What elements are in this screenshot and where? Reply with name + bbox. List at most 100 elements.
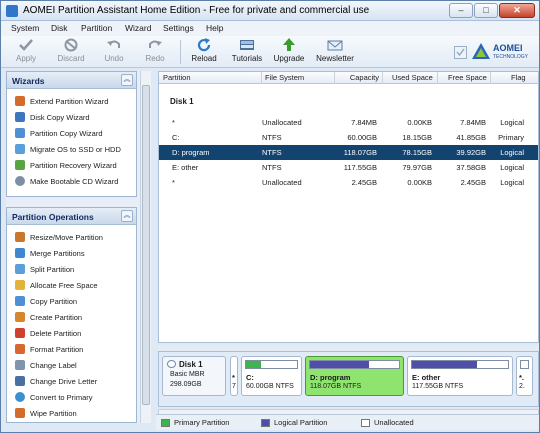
table-row-selected[interactable]: D: program NTFS 118.07GB 78.15GB 39.92GB… — [159, 145, 538, 160]
copy-icon — [15, 296, 25, 306]
usage-bar — [411, 360, 509, 369]
menu-help[interactable]: Help — [206, 23, 223, 33]
op-split[interactable]: Split Partition — [7, 261, 136, 277]
disk-info-card[interactable]: Disk 1 Basic MBR 298.09GB — [162, 356, 226, 396]
maximize-button[interactable]: □ — [474, 3, 498, 18]
wizard-partition-copy[interactable]: Partition Copy Wizard — [7, 125, 136, 141]
menu-system[interactable]: System — [11, 23, 39, 33]
newsletter-icon — [327, 40, 343, 51]
table-row[interactable]: C: NTFS 60.00GB 18.15GB 41.85GB Primary — [159, 130, 538, 145]
table-row[interactable]: E: other NTFS 117.55GB 79.97GB 37.58GB L… — [159, 160, 538, 175]
col-flag[interactable]: Flag — [511, 73, 526, 82]
newsletter-button[interactable]: Newsletter — [316, 38, 354, 66]
op-format[interactable]: Format Partition — [7, 341, 136, 357]
reload-icon — [197, 38, 211, 52]
partition-block[interactable]: * 7 — [230, 356, 238, 396]
tutorials-button[interactable]: Tutorials — [229, 38, 265, 66]
discard-button[interactable]: Discard — [54, 38, 88, 66]
table-row[interactable]: * Unallocated 2.45GB 0.00KB 2.45GB Logic… — [159, 175, 538, 190]
partition-operations-panel: Partition Operations ︽ Resize/Move Parti… — [6, 207, 137, 423]
op-wipe[interactable]: Wipe Partition — [7, 405, 136, 421]
main-area: Partition File System Capacity Used Spac… — [158, 71, 539, 423]
wipe-icon — [15, 408, 25, 418]
usage-bar — [309, 360, 400, 369]
operations-header: Partition Operations ︽ — [7, 208, 136, 225]
usage-bar — [245, 360, 298, 369]
redo-icon — [149, 40, 162, 48]
op-copy[interactable]: Copy Partition — [7, 293, 136, 309]
op-create[interactable]: Create Partition — [7, 309, 136, 325]
usage-fill — [310, 361, 369, 368]
sidebar-scroll-thumb[interactable] — [142, 85, 150, 405]
col-divider — [382, 72, 383, 84]
recovery-icon — [15, 160, 25, 170]
extend-icon — [15, 96, 25, 106]
sidebar-scrollbar[interactable] — [140, 71, 151, 423]
menu-settings[interactable]: Settings — [163, 23, 194, 33]
col-partition[interactable]: Partition — [163, 73, 191, 82]
partition-block[interactable]: *. 2. — [516, 356, 533, 396]
usage-fill — [412, 361, 478, 368]
menu-wizard[interactable]: Wizard — [125, 23, 151, 33]
op-change-label[interactable]: Change Label — [7, 357, 136, 373]
undo-button[interactable]: Undo — [101, 38, 127, 66]
app-window: AOMEI Partition Assistant Home Edition -… — [0, 0, 540, 433]
drive-letter-icon — [15, 376, 25, 386]
redo-button[interactable]: Redo — [143, 38, 167, 66]
toolbar-separator — [180, 40, 181, 64]
upgrade-button[interactable]: Upgrade — [273, 38, 305, 66]
checkbox-icon[interactable] — [454, 46, 467, 59]
undo-icon — [107, 40, 120, 48]
col-used-space[interactable]: Used Space — [392, 73, 433, 82]
op-resize-move[interactable]: Resize/Move Partition — [7, 229, 136, 245]
disk-map: Disk 1 Basic MBR 298.09GB * 7 C: 60.00GB… — [158, 351, 539, 407]
allocate-icon — [15, 280, 25, 290]
legend-swatch — [261, 419, 270, 427]
disk-copy-icon — [15, 112, 25, 122]
usage-bar — [520, 360, 529, 369]
wizard-bootable-cd[interactable]: Make Bootable CD Wizard — [7, 173, 136, 189]
app-icon — [6, 5, 18, 17]
collapse-icon[interactable]: ︽ — [121, 210, 133, 222]
col-divider — [437, 72, 438, 84]
close-button[interactable]: ✕ — [499, 3, 535, 18]
migrate-icon — [15, 144, 25, 154]
collapse-icon[interactable]: ︽ — [121, 74, 133, 86]
op-convert-primary[interactable]: Convert to Primary — [7, 389, 136, 405]
menu-disk[interactable]: Disk — [51, 23, 68, 33]
tutorials-icon — [240, 40, 254, 50]
resize-icon — [15, 232, 25, 242]
wizards-header: Wizards ︽ — [7, 72, 136, 89]
wizard-extend-partition[interactable]: Extend Partition Wizard — [7, 93, 136, 109]
col-capacity[interactable]: Capacity — [349, 73, 379, 82]
partition-block[interactable]: E: other 117.55GB NTFS — [407, 356, 513, 396]
checkmark-icon — [19, 39, 33, 51]
op-change-drive-letter[interactable]: Change Drive Letter — [7, 373, 136, 389]
wizard-disk-copy[interactable]: Disk Copy Wizard — [7, 109, 136, 125]
legend-bar: Primary Partition Logical Partition Unal… — [156, 414, 539, 430]
minimize-button[interactable]: – — [449, 3, 473, 18]
disk-row[interactable]: Disk 1 — [159, 91, 538, 111]
reload-button[interactable]: Reload — [189, 38, 219, 66]
legend-swatch — [161, 419, 170, 427]
discard-icon — [64, 38, 78, 52]
op-delete[interactable]: Delete Partition — [7, 325, 136, 341]
apply-button[interactable]: Apply — [11, 38, 41, 66]
partition-block[interactable]: C: 60.00GB NTFS — [241, 356, 302, 396]
col-divider — [490, 72, 491, 84]
col-file-system[interactable]: File System — [265, 73, 304, 82]
title-bar: AOMEI Partition Assistant Home Edition -… — [1, 1, 539, 21]
op-merge[interactable]: Merge Partitions — [7, 245, 136, 261]
op-allocate-free-space[interactable]: Allocate Free Space — [7, 277, 136, 293]
split-icon — [15, 264, 25, 274]
menu-partition[interactable]: Partition — [81, 23, 112, 33]
label-icon — [15, 360, 25, 370]
wizard-migrate-os[interactable]: Migrate OS to SSD or HDD — [7, 141, 136, 157]
table-row[interactable]: * Unallocated 7.84MB 0.00KB 7.84MB Logic… — [159, 115, 538, 130]
wizard-partition-recovery[interactable]: Partition Recovery Wizard — [7, 157, 136, 173]
partition-block-selected[interactable]: D: program 118.07GB NTFS — [305, 356, 404, 396]
merge-icon — [15, 248, 25, 258]
col-free-space[interactable]: Free Space — [448, 73, 487, 82]
col-divider — [334, 72, 335, 84]
table-header: Partition File System Capacity Used Spac… — [159, 72, 538, 84]
